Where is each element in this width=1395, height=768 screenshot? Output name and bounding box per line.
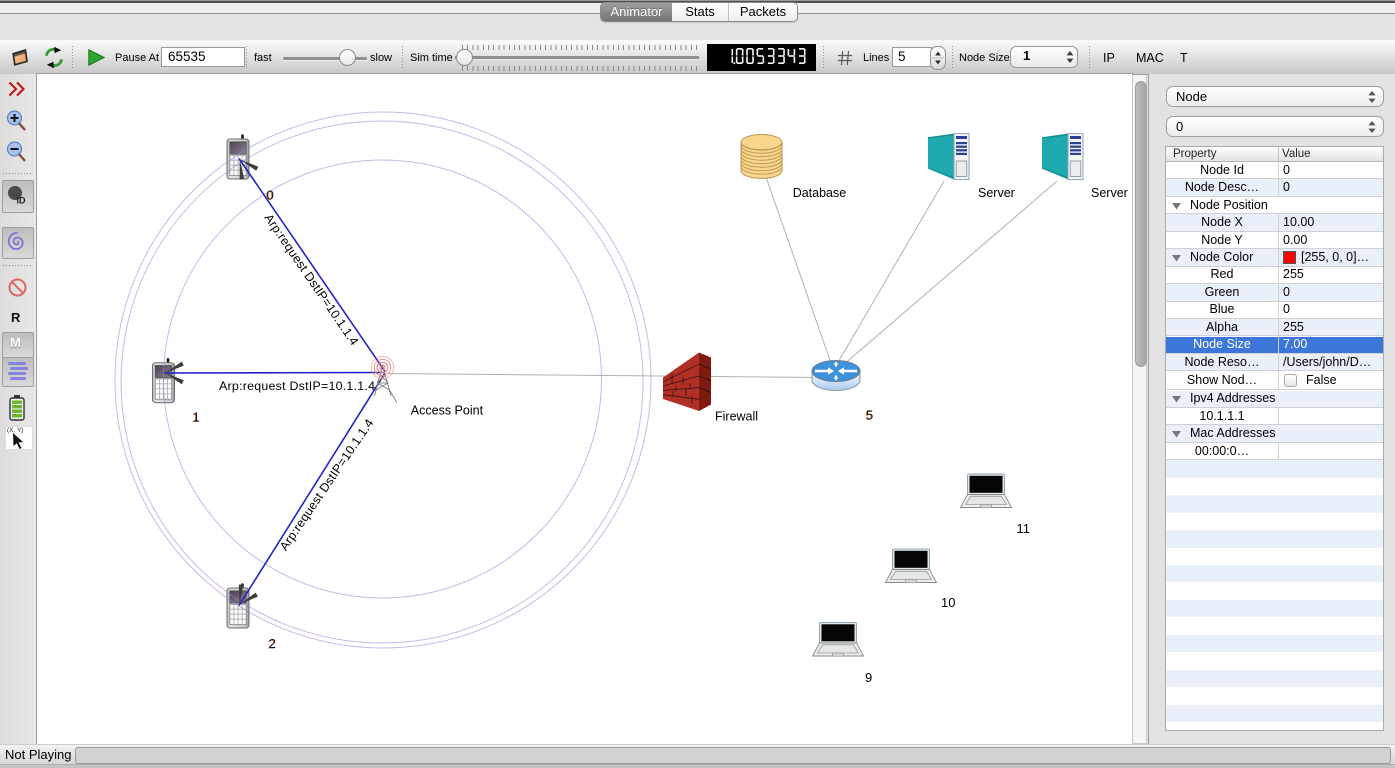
svg-text:Server: Server xyxy=(978,186,1015,200)
svg-text:Firewall: Firewall xyxy=(715,410,758,424)
svg-text:11: 11 xyxy=(1017,521,1031,536)
svg-text:Access Point: Access Point xyxy=(411,404,484,418)
svg-text:0: 0 xyxy=(267,188,274,203)
svg-text:Arp:request DstIP=10.1.1.4: Arp:request DstIP=10.1.1.4 xyxy=(277,416,377,553)
svg-text:2: 2 xyxy=(269,636,276,651)
svg-text:9: 9 xyxy=(865,670,872,685)
svg-text:Arp:request DstIP=10.1.1.4: Arp:request DstIP=10.1.1.4 xyxy=(219,379,375,393)
svg-text:Arp:request DstIP=10.1.1.4: Arp:request DstIP=10.1.1.4 xyxy=(262,211,362,348)
svg-text:5: 5 xyxy=(866,408,873,423)
svg-text:10: 10 xyxy=(941,595,955,610)
svg-text:Server: Server xyxy=(1091,186,1128,200)
svg-text:ID: ID xyxy=(17,196,27,206)
svg-text:1: 1 xyxy=(193,410,200,425)
svg-text:Database: Database xyxy=(793,186,847,200)
